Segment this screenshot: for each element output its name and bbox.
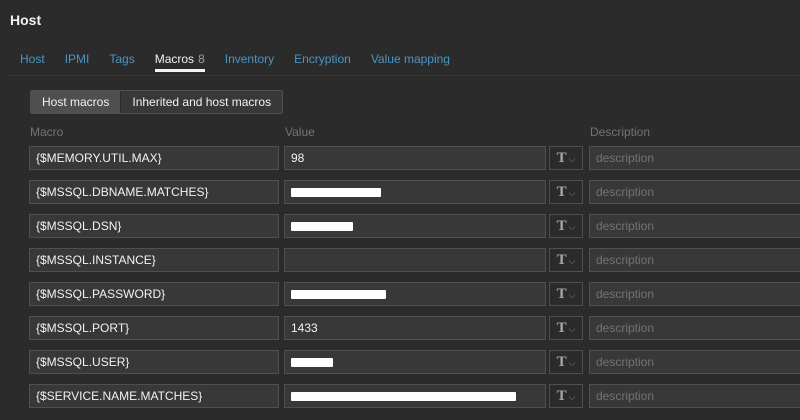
tab-host[interactable]: Host [20,50,45,72]
macro-name-input[interactable]: {$SERVICE.NAME.MATCHES} [29,384,279,408]
text-type-icon: T [556,353,567,370]
chevron-down-icon: ⌵ [568,187,576,198]
macro-description-input[interactable]: description [589,248,800,272]
macro-value-input[interactable] [284,248,546,272]
text-type-icon: T [556,183,567,200]
macro-name-input[interactable]: {$MSSQL.PASSWORD} [29,282,279,306]
value-type-dropdown[interactable]: T ⌵ [549,282,583,306]
chevron-down-icon: ⌵ [568,323,576,334]
macro-name-input[interactable]: {$MSSQL.DSN} [29,214,279,238]
macro-value-input[interactable] [284,180,546,204]
text-type-icon: T [556,251,567,268]
macro-value-input[interactable]: 98 [284,146,546,170]
redacted-value [291,290,386,300]
macro-name-input[interactable]: {$MSSQL.DBNAME.MATCHES} [29,180,279,204]
value-type-dropdown[interactable]: T ⌵ [549,146,583,170]
text-type-icon: T [556,319,567,336]
macro-description-input[interactable]: description [589,180,800,204]
description-column-header: Description [590,125,651,139]
value-type-dropdown[interactable]: T ⌵ [549,350,583,374]
host-macros-button[interactable]: Host macros [31,91,122,113]
page-title: Host [10,12,42,28]
macro-view-toggle: Host macros Inherited and host macros [30,90,284,114]
chevron-down-icon: ⌵ [568,289,576,300]
tab-tags[interactable]: Tags [109,50,134,72]
macro-value-input[interactable] [284,350,546,374]
macro-name-input[interactable]: {$MSSQL.PORT} [29,316,279,340]
inherited-macros-button[interactable]: Inherited and host macros [121,91,283,113]
macro-count-badge: 8 [198,52,205,66]
macro-description-input[interactable]: description [589,316,800,340]
tab-bar: Host IPMI Tags Macros 8 Inventory Encrypt… [10,50,460,74]
tab-encryption[interactable]: Encryption [294,50,351,72]
redacted-value [291,358,333,368]
macro-row: {$MSSQL.PORT} 1433 T ⌵ description [29,315,800,349]
macro-row: {$MSSQL.USER} T ⌵ description [29,349,800,383]
tab-inventory[interactable]: Inventory [225,50,274,72]
macro-value-input[interactable] [284,282,546,306]
redacted-value [291,222,353,232]
tab-value-mapping[interactable]: Value mapping [371,50,450,72]
text-type-icon: T [556,387,567,404]
macro-description-input[interactable]: description [589,384,800,408]
chevron-down-icon: ⌵ [568,255,576,266]
tab-divider [10,75,800,76]
text-type-icon: T [556,217,567,234]
macro-description-input[interactable]: description [589,282,800,306]
macro-row: {$MSSQL.INSTANCE} T ⌵ description [29,247,800,281]
macro-row: {$MSSQL.PASSWORD} T ⌵ description [29,281,800,315]
redacted-value [291,392,516,402]
value-type-dropdown[interactable]: T ⌵ [549,248,583,272]
macro-name-input[interactable]: {$MEMORY.UTIL.MAX} [29,146,279,170]
macro-row: {$MEMORY.UTIL.MAX} 98 T ⌵ description [29,145,800,179]
tab-ipmi[interactable]: IPMI [65,50,90,72]
chevron-down-icon: ⌵ [568,357,576,368]
macro-value-input[interactable]: 1433 [284,316,546,340]
macro-name-input[interactable]: {$MSSQL.INSTANCE} [29,248,279,272]
macro-row: {$SERVICE.NAME.MATCHES} T ⌵ description [29,383,800,417]
macro-row: {$MSSQL.DBNAME.MATCHES} T ⌵ description [29,179,800,213]
text-type-icon: T [556,285,567,302]
chevron-down-icon: ⌵ [568,221,576,232]
chevron-down-icon: ⌵ [568,391,576,402]
macro-row: {$MSSQL.DSN} T ⌵ description [29,213,800,247]
value-type-dropdown[interactable]: T ⌵ [549,384,583,408]
macro-description-input[interactable]: description [589,214,800,238]
macro-column-header: Macro [30,125,64,139]
value-type-dropdown[interactable]: T ⌵ [549,316,583,340]
macro-description-input[interactable]: description [589,146,800,170]
value-type-dropdown[interactable]: T ⌵ [549,180,583,204]
macro-description-input[interactable]: description [589,350,800,374]
tab-macros[interactable]: Macros 8 [154,50,205,72]
value-type-dropdown[interactable]: T ⌵ [549,214,583,238]
macro-value-input[interactable] [284,214,546,238]
host-edit-form: Host Host IPMI Tags Macros 8 Inventory En… [0,0,800,420]
macro-value-input[interactable] [284,384,546,408]
redacted-value [291,188,381,198]
macro-list: {$MEMORY.UTIL.MAX} 98 T ⌵ description {$MSSQL… [29,145,800,417]
macros-panel: Host macros Inherited and host macros Ma… [19,77,800,420]
macro-name-input[interactable]: {$MSSQL.USER} [29,350,279,374]
chevron-down-icon: ⌵ [568,153,576,164]
text-type-icon: T [556,149,567,166]
value-column-header: Value [285,125,315,139]
